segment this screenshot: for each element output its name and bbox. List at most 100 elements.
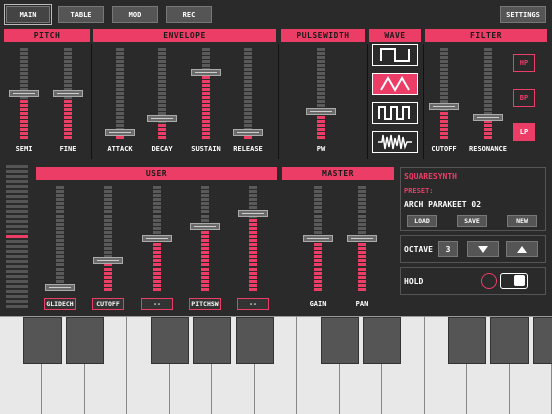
- slider-tick: [317, 76, 325, 79]
- black-key[interactable]: [23, 317, 62, 364]
- wave-noise-button[interactable]: [372, 131, 418, 153]
- slider-tick: [201, 287, 209, 291]
- decay-slider[interactable]: [146, 48, 178, 140]
- black-key[interactable]: [150, 317, 189, 364]
- tab-main[interactable]: MAIN: [4, 4, 52, 25]
- release-slider[interactable]: [232, 48, 264, 140]
- slider-tick: [104, 263, 112, 267]
- hold-toggle[interactable]: [500, 273, 528, 289]
- wave-pulse-button[interactable]: [372, 102, 418, 124]
- user-param-5-slider[interactable]: [237, 186, 269, 292]
- slider-tick: [440, 72, 448, 75]
- slider-thumb[interactable]: [429, 103, 459, 111]
- master-header: MASTER: [282, 167, 394, 180]
- slider-thumb[interactable]: [105, 128, 135, 136]
- slider-thumb[interactable]: [190, 223, 220, 231]
- slider-thumb[interactable]: [473, 113, 503, 121]
- tab-table[interactable]: TABLE: [58, 6, 104, 23]
- black-key[interactable]: [65, 317, 105, 364]
- slider-tick: [158, 108, 166, 111]
- black-key[interactable]: [235, 317, 274, 364]
- user-param-5-button[interactable]: --: [237, 298, 269, 310]
- slider-tick: [20, 68, 28, 71]
- black-key[interactable]: [532, 317, 552, 364]
- slider-tick: [116, 68, 124, 71]
- settings-button[interactable]: SETTINGS: [500, 6, 546, 23]
- user-param-3-button[interactable]: --: [141, 298, 173, 310]
- resonance-slider[interactable]: [472, 48, 504, 140]
- preset-name[interactable]: ARCH PARAKEET 02: [404, 200, 481, 209]
- user-param-2-button[interactable]: CUTOFF: [92, 298, 124, 310]
- slider-tick: [56, 226, 64, 230]
- slider-tick: [20, 116, 28, 119]
- octave-down-button[interactable]: [467, 241, 499, 257]
- slider-thumb[interactable]: [238, 209, 268, 217]
- user-param-3-slider[interactable]: [141, 186, 173, 292]
- octave-up-button[interactable]: [506, 241, 538, 257]
- slider-thumb[interactable]: [9, 90, 39, 97]
- user-param-4-button[interactable]: PITCHSW: [189, 298, 221, 310]
- cutoff-slider[interactable]: [428, 48, 460, 140]
- slider-tick: [358, 267, 366, 271]
- user-param-4-slider[interactable]: [189, 186, 221, 292]
- fine-slider[interactable]: [52, 48, 84, 140]
- slider-tick: [202, 108, 210, 111]
- slider-tick: [202, 52, 210, 55]
- slider-tick: [104, 267, 112, 271]
- pw-slider[interactable]: [305, 48, 337, 140]
- slider-tick: [358, 263, 366, 267]
- pitch-wheel[interactable]: [4, 165, 32, 310]
- slider-tick: [484, 72, 492, 75]
- slider-thumb[interactable]: [53, 90, 83, 97]
- black-key[interactable]: [490, 317, 529, 364]
- slider-tick: [56, 263, 64, 267]
- tab-rec[interactable]: REC: [166, 6, 212, 23]
- black-key[interactable]: [363, 317, 402, 364]
- slider-tick: [158, 96, 166, 99]
- black-key[interactable]: [193, 317, 232, 364]
- slider-tick: [244, 112, 252, 115]
- slider-thumb[interactable]: [233, 128, 263, 136]
- wave-square-button[interactable]: [372, 44, 418, 66]
- slider-tick: [116, 56, 124, 59]
- slider-tick: [317, 80, 325, 83]
- new-preset-button[interactable]: NEW: [507, 215, 537, 227]
- slider-tick: [116, 112, 124, 115]
- slider-tick: [484, 124, 492, 127]
- slider-tick: [153, 210, 161, 214]
- slider-thumb[interactable]: [45, 284, 75, 291]
- tab-mod[interactable]: MOD: [112, 6, 158, 23]
- semi-slider[interactable]: [8, 48, 40, 140]
- slider-thumb[interactable]: [347, 235, 377, 242]
- filter-bp-button[interactable]: BP: [513, 89, 535, 107]
- gain-label: GAIN: [309, 300, 327, 308]
- slider-tick: [158, 136, 166, 139]
- load-button[interactable]: LOAD: [407, 215, 437, 227]
- black-key[interactable]: [320, 317, 359, 364]
- user-param-2-slider[interactable]: [92, 186, 124, 292]
- save-button[interactable]: SAVE: [457, 215, 487, 227]
- slider-tick: [317, 84, 325, 87]
- slider-tick: [244, 64, 252, 67]
- black-key[interactable]: [447, 317, 487, 364]
- slider-thumb[interactable]: [306, 108, 336, 116]
- wave-triangle-button[interactable]: [372, 73, 418, 95]
- slider-thumb[interactable]: [93, 256, 123, 264]
- slider-thumb[interactable]: [191, 69, 221, 76]
- attack-slider[interactable]: [104, 48, 136, 140]
- pan-slider[interactable]: [346, 186, 378, 292]
- user-param-1-button[interactable]: GLIDECH: [44, 298, 76, 310]
- slider-tick: [64, 72, 72, 75]
- slider-thumb[interactable]: [142, 235, 172, 242]
- sustain-slider[interactable]: [190, 48, 222, 140]
- filter-hp-button[interactable]: HP: [513, 54, 535, 72]
- filter-lp-button[interactable]: LP: [513, 123, 535, 141]
- gain-slider[interactable]: [302, 186, 334, 292]
- user-param-1-slider[interactable]: [44, 186, 76, 292]
- slider-thumb[interactable]: [303, 235, 333, 242]
- slider-tick: [116, 52, 124, 55]
- slider-tick: [104, 283, 112, 287]
- slider-tick: [153, 251, 161, 255]
- slider-thumb[interactable]: [147, 115, 177, 123]
- slider-track: [244, 48, 252, 140]
